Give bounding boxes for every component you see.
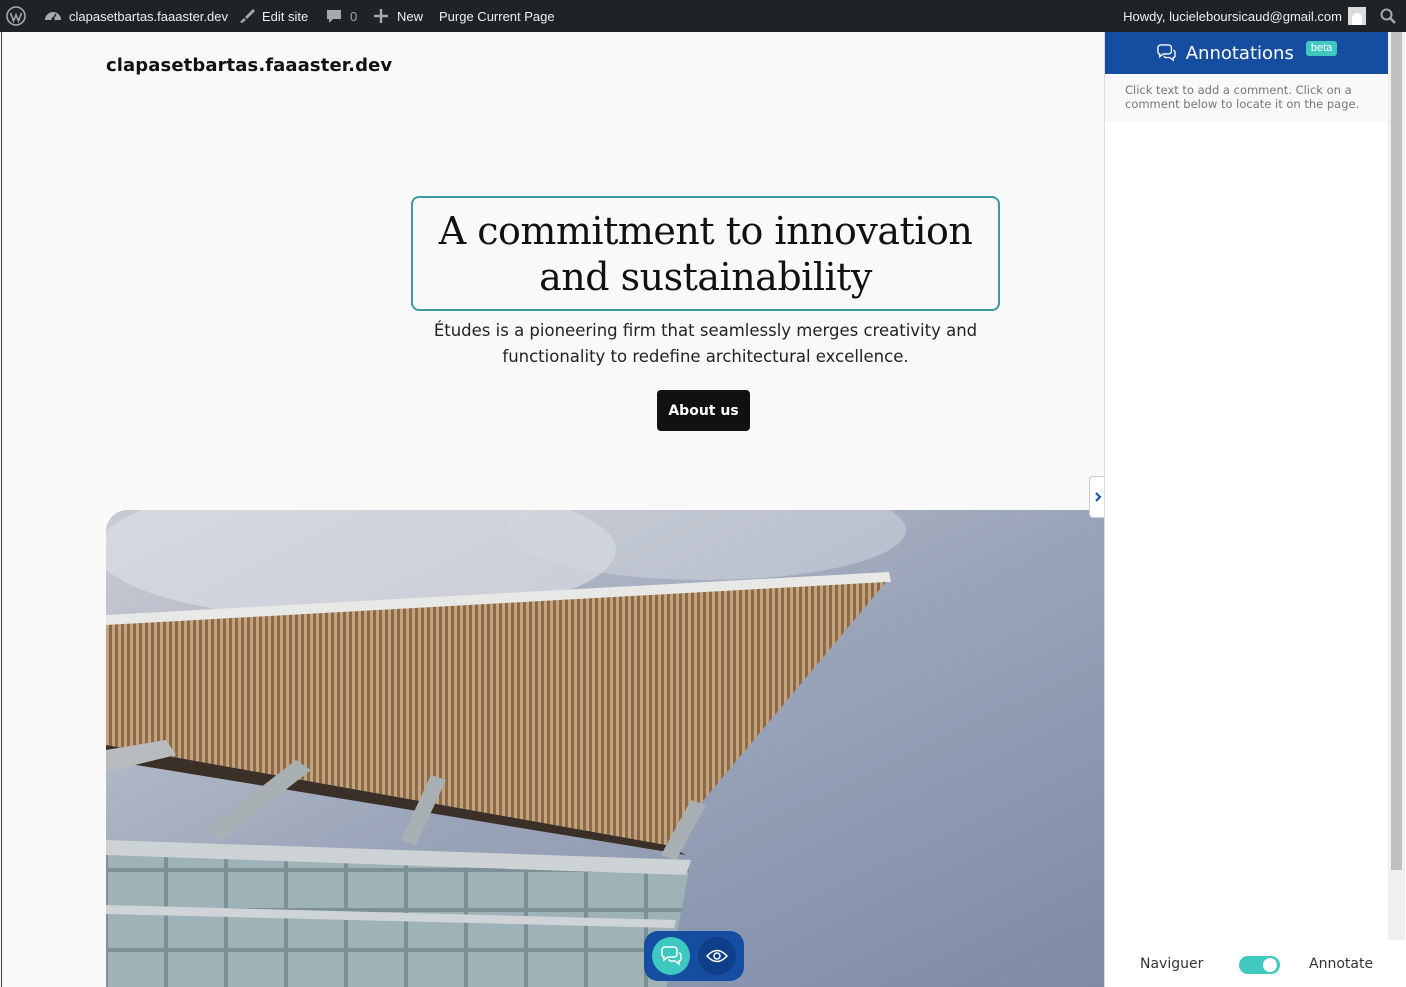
- annotations-help-text: Click text to add a comment. Click on a …: [1105, 74, 1388, 122]
- beta-badge: beta: [1305, 40, 1338, 56]
- comments-count: 0: [350, 8, 358, 24]
- hero-heading-line-1: A commitment to innovation: [438, 208, 973, 253]
- comments-icon: [661, 946, 682, 966]
- mode-toggle[interactable]: [1239, 956, 1280, 974]
- comment-icon: [326, 8, 342, 24]
- admin-bar: clapasetbartas.faaaster.dev Edit site 0 …: [0, 0, 1406, 32]
- site-preview: clapasetbartas.faaaster.dev A commitment…: [1, 32, 1104, 987]
- panel-scrollbar[interactable]: [1388, 32, 1405, 940]
- annotation-floating-toolbar: [644, 931, 744, 981]
- collapse-panel-chevron-icon[interactable]: [1089, 476, 1105, 518]
- plus-icon: [374, 9, 388, 23]
- about-us-button[interactable]: About us: [657, 390, 750, 431]
- mode-annotate-label: Annotate: [1309, 955, 1374, 972]
- purge-label: Purge Current Page: [439, 8, 555, 24]
- hero-heading[interactable]: A commitment to innovation and sustainab…: [439, 208, 973, 300]
- annotations-title: Annotations: [1185, 42, 1294, 64]
- mode-toggle-knob: [1263, 958, 1277, 972]
- admin-bar-site-link[interactable]: clapasetbartas.faaaster.dev: [44, 0, 228, 32]
- admin-bar-site-name: clapasetbartas.faaaster.dev: [69, 8, 228, 24]
- comments-link[interactable]: 0: [326, 0, 357, 32]
- new-content-link[interactable]: New: [374, 0, 423, 32]
- comments-icon: [1156, 44, 1176, 62]
- annotations-panel: Annotations beta Click text to add a com…: [1104, 32, 1406, 987]
- brush-icon: [238, 8, 256, 24]
- annotations-header: Annotations beta: [1105, 32, 1388, 74]
- search-icon[interactable]: [1380, 0, 1398, 32]
- panel-scrollbar-thumb[interactable]: [1391, 32, 1402, 870]
- site-title[interactable]: clapasetbartas.faaaster.dev: [106, 55, 392, 76]
- hero-heading-line-2: and sustainability: [539, 254, 872, 299]
- new-label: New: [397, 8, 424, 24]
- avatar: [1348, 7, 1366, 25]
- wordpress-logo-icon[interactable]: [6, 0, 32, 32]
- preview-mode-button[interactable]: [698, 937, 736, 975]
- howdy-text: Howdy, lucieleboursicaud@gmail.com: [1123, 8, 1342, 24]
- purge-page-link[interactable]: Purge Current Page: [439, 0, 555, 32]
- mode-switch-footer: Naviguer Annotate: [1105, 940, 1406, 987]
- edit-site-label: Edit site: [262, 8, 309, 24]
- hero-heading-selected[interactable]: A commitment to innovation and sustainab…: [411, 196, 1000, 311]
- edit-site-link[interactable]: Edit site: [238, 0, 308, 32]
- comment-mode-button[interactable]: [652, 937, 690, 975]
- account-menu[interactable]: Howdy, lucieleboursicaud@gmail.com: [1123, 0, 1366, 32]
- hero-building-image: [106, 510, 1104, 987]
- mode-navigate-label: Naviguer: [1140, 955, 1204, 972]
- eye-icon: [706, 949, 728, 963]
- dashboard-icon: [44, 8, 62, 24]
- hero-description[interactable]: Études is a pioneering firm that seamles…: [411, 318, 1000, 370]
